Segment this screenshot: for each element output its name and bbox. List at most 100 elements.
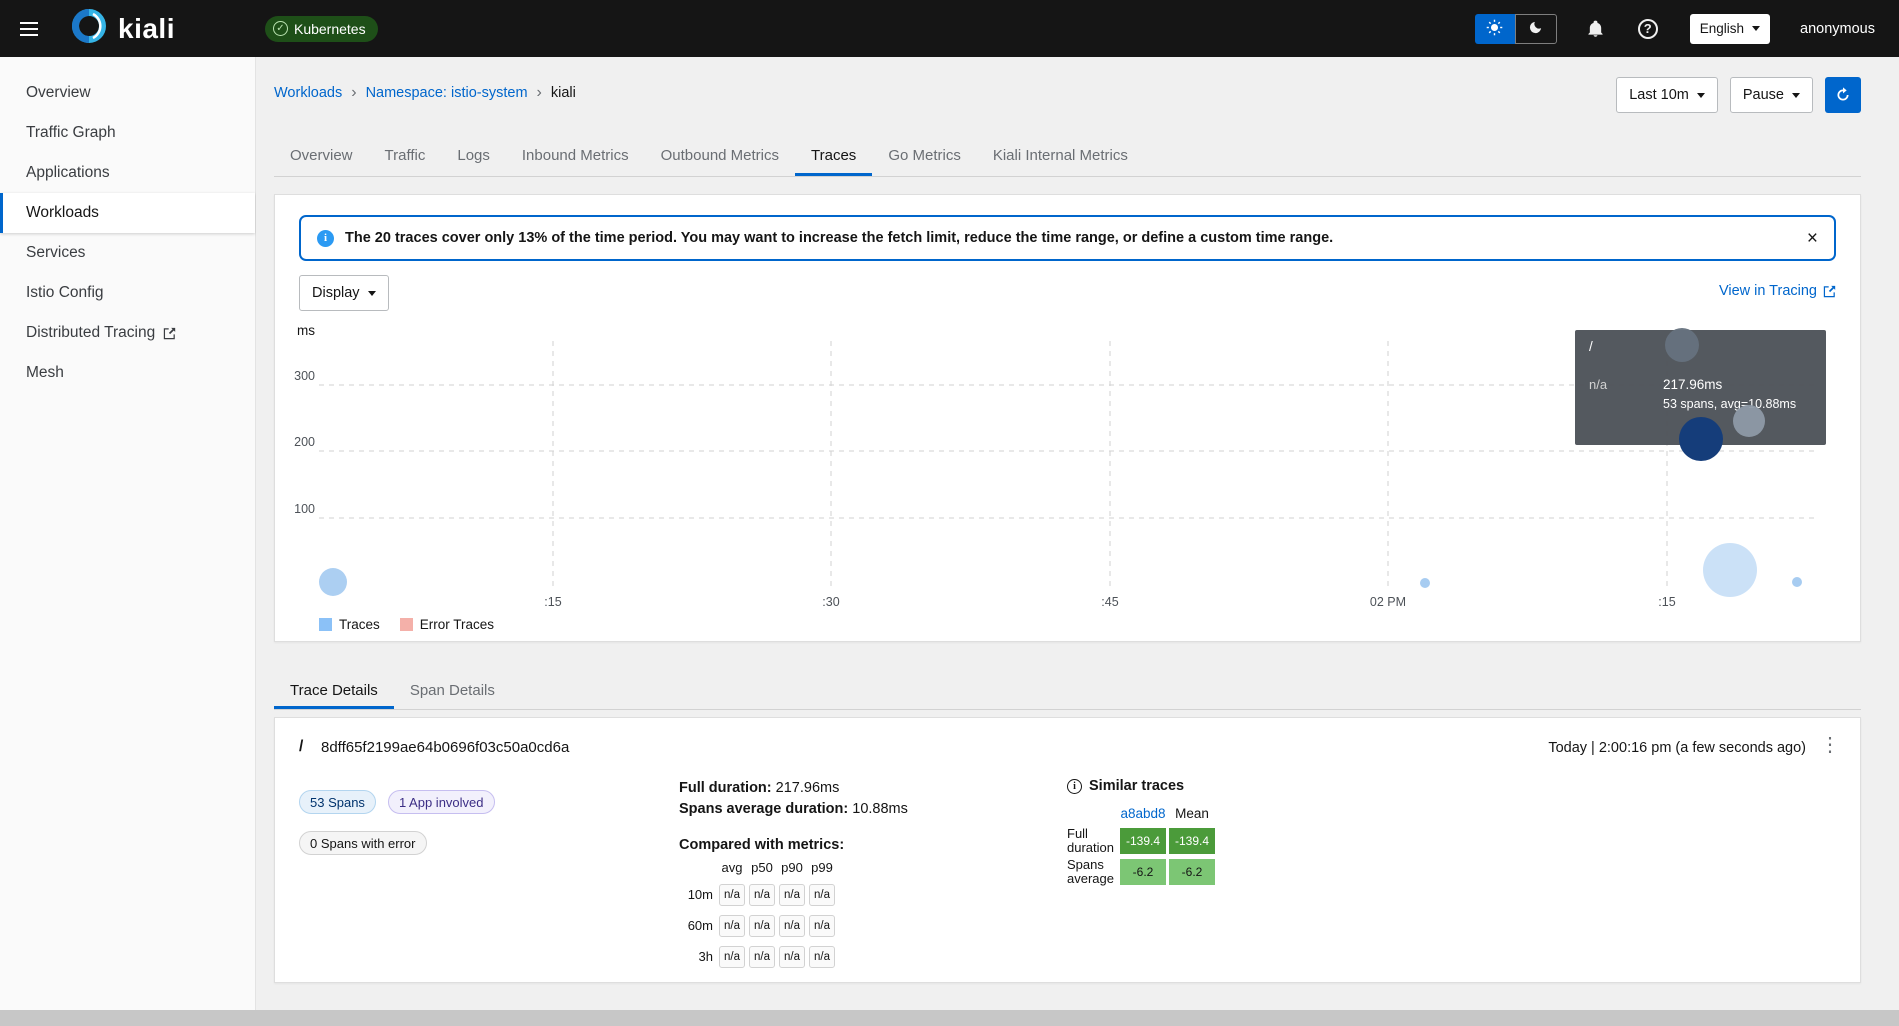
similar-trace-link[interactable]: a8abd8: [1120, 806, 1166, 824]
error-traces-swatch: [400, 618, 413, 631]
apps-badge: 1 App involved: [388, 790, 495, 814]
breadcrumb-namespace[interactable]: Namespace: istio-system: [366, 85, 528, 101]
masthead: kiali ✓ Kubernetes: [0, 0, 1899, 57]
spans-average-value: 10.88ms: [852, 801, 908, 817]
external-link-icon: [163, 327, 176, 340]
similar-cell: -6.2: [1120, 859, 1166, 885]
sidebar-item-label: Applications: [26, 164, 110, 182]
trace-tooltip: / n/a 217.96ms 53 spans, avg=10.88ms: [1575, 330, 1826, 445]
x-tick-4: 02 PM: [1370, 595, 1406, 609]
sidebar-nav: Overview Traffic Graph Applications Work…: [0, 57, 256, 1010]
tab-span-details[interactable]: Span Details: [394, 672, 511, 709]
sidebar-item-traffic-graph[interactable]: Traffic Graph: [0, 113, 255, 153]
metric-cell: n/a: [749, 915, 775, 937]
legend-traces: Traces: [319, 617, 380, 632]
notifications-bell-icon[interactable]: [1587, 20, 1604, 38]
dark-theme-button[interactable]: [1515, 14, 1557, 44]
sidebar-item-istio-config[interactable]: Istio Config: [0, 273, 255, 313]
check-circle-icon: ✓: [273, 21, 288, 36]
kiali-logo-icon: [70, 7, 108, 50]
tab-outbound-metrics[interactable]: Outbound Metrics: [645, 136, 795, 176]
similar-cell: -6.2: [1169, 859, 1215, 885]
sidebar-item-services[interactable]: Services: [0, 233, 255, 273]
sidebar-item-label: Istio Config: [26, 284, 104, 302]
kubernetes-badge-label: Kubernetes: [294, 21, 366, 37]
view-in-tracing-link[interactable]: View in Tracing: [1719, 283, 1836, 299]
errors-badge: 0 Spans with error: [299, 831, 427, 855]
duration-dropdown[interactable]: Last 10m: [1616, 77, 1718, 113]
traces-chart-card: i The 20 traces cover only 13% of the ti…: [274, 194, 1861, 642]
sidebar-item-mesh[interactable]: Mesh: [0, 353, 255, 393]
spans-average-row: Spans average duration: 10.88ms: [679, 799, 908, 820]
sidebar-item-distributed-tracing[interactable]: Distributed Tracing: [0, 313, 255, 353]
main-content: Workloads › Namespace: istio-system › ki…: [256, 57, 1899, 1010]
breadcrumb-workloads[interactable]: Workloads: [274, 85, 342, 101]
similar-cell: -139.4: [1120, 828, 1166, 854]
col-avg: avg: [719, 860, 745, 875]
row-spans-average: Spans average: [1067, 858, 1117, 886]
light-theme-button[interactable]: [1475, 14, 1515, 44]
tab-inbound-metrics[interactable]: Inbound Metrics: [506, 136, 645, 176]
refresh-button[interactable]: [1825, 77, 1861, 113]
trace-name: /: [299, 738, 303, 756]
tab-go-metrics[interactable]: Go Metrics: [872, 136, 977, 176]
tab-traces[interactable]: Traces: [795, 136, 872, 176]
metric-cell: n/a: [719, 915, 745, 937]
legend-label: Traces: [339, 617, 380, 632]
metric-cell: n/a: [809, 946, 835, 968]
tab-kiali-internal-metrics[interactable]: Kiali Internal Metrics: [977, 136, 1144, 176]
workload-tabs: Overview Traffic Logs Inbound Metrics Ou…: [274, 136, 1861, 177]
compared-with-metrics-label: Compared with metrics:: [679, 837, 844, 853]
tab-logs[interactable]: Logs: [441, 136, 506, 176]
metric-cell: n/a: [809, 884, 835, 906]
row-60m: 60m: [679, 915, 715, 937]
col-p99: p99: [809, 860, 835, 875]
sidebar-item-overview[interactable]: Overview: [0, 73, 255, 113]
sidebar-item-label: Mesh: [26, 364, 64, 382]
hamburger-menu-icon[interactable]: [20, 17, 48, 41]
time-toolbar: Last 10m Pause: [1616, 77, 1861, 113]
info-alert: i The 20 traces cover only 13% of the ti…: [299, 215, 1836, 261]
tab-traffic[interactable]: Traffic: [369, 136, 442, 176]
sidebar-item-applications[interactable]: Applications: [0, 153, 255, 193]
sidebar-item-label: Overview: [26, 84, 91, 102]
duration-label: Last 10m: [1629, 87, 1689, 103]
sun-icon: [1486, 19, 1503, 39]
y-tick-200: 200: [285, 435, 315, 449]
spans-badge: 53 Spans: [299, 790, 376, 814]
sidebar-item-workloads[interactable]: Workloads: [0, 193, 255, 233]
traces-swatch: [319, 618, 332, 631]
trace-details-card: / 8dff65f2199ae64b0696f03c50a0cd6a Today…: [274, 717, 1861, 983]
tab-overview[interactable]: Overview: [274, 136, 369, 176]
details-tabs: Trace Details Span Details: [274, 672, 1861, 710]
traces-scatter-chart[interactable]: ms 300 200 100 :15 :30 :45: [299, 323, 1838, 635]
kebab-menu-icon[interactable]: ⋮: [1820, 732, 1840, 757]
full-duration-row: Full duration: 217.96ms: [679, 778, 908, 799]
x-tick-3: :45: [1101, 595, 1118, 609]
metric-cell: n/a: [749, 884, 775, 906]
view-in-tracing-label: View in Tracing: [1719, 283, 1817, 299]
y-axis-unit-label: ms: [297, 323, 315, 338]
tab-trace-details[interactable]: Trace Details: [274, 672, 394, 709]
sidebar-item-label: Traffic Graph: [26, 124, 116, 142]
brand-name: kiali: [118, 13, 175, 45]
kiali-brand[interactable]: kiali: [70, 7, 175, 50]
refresh-interval-dropdown[interactable]: Pause: [1730, 77, 1813, 113]
metric-cell: n/a: [719, 884, 745, 906]
info-circle-icon: i: [317, 230, 334, 247]
chevron-right-icon: ›: [537, 84, 542, 102]
close-icon[interactable]: ×: [1807, 229, 1818, 248]
chart-legend: Traces Error Traces: [319, 617, 494, 632]
username-label[interactable]: anonymous: [1800, 21, 1875, 37]
help-icon[interactable]: ?: [1638, 19, 1658, 39]
trace-badges-errors: 0 Spans with error: [299, 831, 427, 855]
chart-controls: Display View in Tracing: [299, 275, 1836, 311]
col-p90: p90: [779, 860, 805, 875]
sidebar-item-label: Workloads: [26, 204, 99, 222]
col-mean: Mean: [1169, 806, 1215, 824]
language-dropdown[interactable]: English: [1690, 14, 1770, 44]
metric-cell: n/a: [779, 884, 805, 906]
display-dropdown[interactable]: Display: [299, 275, 389, 311]
col-p50: p50: [749, 860, 775, 875]
kubernetes-badge: ✓ Kubernetes: [265, 16, 378, 42]
